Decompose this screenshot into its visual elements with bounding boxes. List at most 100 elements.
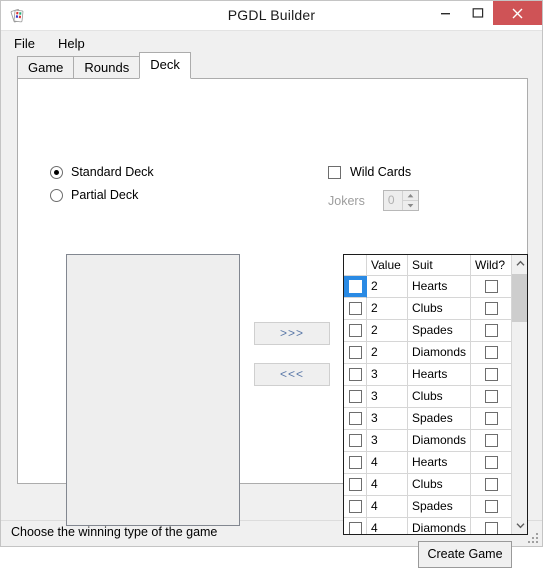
- row-select-checkbox[interactable]: [348, 324, 362, 337]
- row-wild-cell[interactable]: [471, 430, 511, 452]
- row-wild-cell[interactable]: [471, 342, 511, 364]
- grid-scrollbar-thumb[interactable]: [512, 274, 527, 322]
- add-cards-button[interactable]: >>>: [254, 322, 330, 345]
- row-value: 2: [367, 298, 408, 320]
- row-select-cell[interactable]: [344, 496, 367, 518]
- row-wild-cell[interactable]: [471, 364, 511, 386]
- row-wild-cell[interactable]: [471, 276, 511, 298]
- grid-header-wild: Wild?: [475, 258, 506, 272]
- tab-deck[interactable]: Deck: [139, 52, 191, 79]
- chevron-up-icon[interactable]: [512, 255, 527, 272]
- maximize-button[interactable]: [462, 1, 493, 25]
- row-wild-cell[interactable]: [471, 320, 511, 342]
- tab-game[interactable]: Game: [17, 56, 75, 78]
- row-wild-checkbox[interactable]: [484, 390, 498, 403]
- row-wild-checkbox[interactable]: [484, 456, 498, 469]
- row-wild-cell[interactable]: [471, 496, 511, 518]
- minimize-button[interactable]: [430, 1, 461, 25]
- row-select-cell[interactable]: [344, 474, 367, 496]
- grid-scrollbar[interactable]: [511, 255, 527, 534]
- chevron-down-icon[interactable]: [512, 517, 527, 534]
- row-wild-cell[interactable]: [471, 452, 511, 474]
- row-select-checkbox[interactable]: [348, 500, 362, 513]
- table-row[interactable]: 4 Clubs: [344, 474, 511, 496]
- row-select-checkbox[interactable]: [348, 456, 362, 469]
- jokers-field: Jokers 0: [328, 190, 419, 211]
- row-select-cell[interactable]: [344, 430, 367, 452]
- row-wild-checkbox[interactable]: [484, 280, 498, 293]
- row-select-cell[interactable]: [344, 298, 367, 320]
- menu-item-file[interactable]: File: [14, 33, 44, 54]
- row-value: 3: [367, 364, 408, 386]
- jokers-stepper-buttons: [401, 191, 418, 210]
- radio-standard-deck[interactable]: Standard Deck: [50, 165, 154, 179]
- row-select-cell[interactable]: [344, 320, 367, 342]
- row-select-cell[interactable]: [344, 342, 367, 364]
- table-row[interactable]: 2 Spades: [344, 320, 511, 342]
- row-select-checkbox[interactable]: [348, 280, 362, 293]
- row-wild-checkbox[interactable]: [484, 302, 498, 315]
- menu-bar: File Help: [1, 31, 542, 56]
- table-row[interactable]: 3 Clubs: [344, 386, 511, 408]
- create-game-button[interactable]: Create Game: [418, 541, 512, 568]
- table-row[interactable]: 2 Clubs: [344, 298, 511, 320]
- selected-cards-list[interactable]: [66, 254, 240, 526]
- table-row[interactable]: 2 Diamonds: [344, 342, 511, 364]
- tab-rounds[interactable]: Rounds: [73, 56, 141, 78]
- row-wild-checkbox[interactable]: [484, 412, 498, 425]
- row-wild-checkbox[interactable]: [484, 368, 498, 381]
- close-button[interactable]: [493, 1, 542, 25]
- checkbox-wild-cards-label: Wild Cards: [350, 165, 412, 179]
- table-row[interactable]: 3 Hearts: [344, 364, 511, 386]
- row-wild-cell[interactable]: [471, 474, 511, 496]
- remove-cards-button[interactable]: <<<: [254, 363, 330, 386]
- row-select-checkbox[interactable]: [348, 434, 362, 447]
- row-wild-checkbox[interactable]: [484, 324, 498, 337]
- row-select-cell[interactable]: [344, 408, 367, 430]
- menu-item-help[interactable]: Help: [58, 33, 94, 54]
- radio-partial-deck-indicator: [50, 188, 63, 202]
- row-wild-checkbox[interactable]: [484, 434, 498, 447]
- row-wild-checkbox[interactable]: [484, 522, 498, 534]
- row-select-checkbox[interactable]: [348, 346, 362, 359]
- row-select-checkbox[interactable]: [348, 390, 362, 403]
- resize-grip-icon[interactable]: [527, 532, 539, 544]
- close-icon: [512, 8, 523, 18]
- table-row[interactable]: 4 Hearts: [344, 452, 511, 474]
- row-value: 4: [367, 518, 408, 534]
- row-wild-cell[interactable]: [471, 386, 511, 408]
- row-wild-cell[interactable]: [471, 518, 511, 534]
- spinner-up-icon[interactable]: [402, 191, 418, 201]
- row-select-cell[interactable]: [344, 518, 367, 534]
- row-select-checkbox[interactable]: [348, 522, 362, 534]
- jokers-stepper[interactable]: 0: [382, 190, 419, 211]
- row-select-checkbox[interactable]: [348, 478, 362, 491]
- row-select-cell[interactable]: [344, 452, 367, 474]
- spinner-down-icon[interactable]: [403, 201, 418, 210]
- row-select-cell[interactable]: [344, 364, 367, 386]
- row-select-checkbox[interactable]: [348, 302, 362, 315]
- table-row[interactable]: 3 Spades: [344, 408, 511, 430]
- row-wild-cell[interactable]: [471, 408, 511, 430]
- row-select-checkbox[interactable]: [348, 368, 362, 381]
- radio-partial-deck[interactable]: Partial Deck: [50, 188, 138, 202]
- tab-strip: Game Rounds Deck: [17, 52, 191, 79]
- available-cards-grid[interactable]: Value Suit Wild? 2 Hearts 2 Clubs 2 Spad…: [343, 254, 528, 535]
- row-select-checkbox[interactable]: [348, 412, 362, 425]
- table-row[interactable]: 3 Diamonds: [344, 430, 511, 452]
- checkbox-wild-cards-indicator: [328, 165, 341, 179]
- grid-body: Value Suit Wild? 2 Hearts 2 Clubs 2 Spad…: [344, 255, 511, 534]
- row-wild-checkbox[interactable]: [484, 500, 498, 513]
- row-wild-cell[interactable]: [471, 298, 511, 320]
- deck-tab-page: Standard Deck Partial Deck Wild Cards Jo…: [17, 78, 528, 535]
- table-row[interactable]: 4 Spades: [344, 496, 511, 518]
- row-wild-checkbox[interactable]: [484, 346, 498, 359]
- row-suit: Diamonds: [408, 518, 471, 534]
- row-select-cell[interactable]: [344, 386, 367, 408]
- row-select-cell[interactable]: [344, 276, 367, 298]
- table-row[interactable]: 2 Hearts: [344, 276, 511, 298]
- row-suit: Hearts: [408, 276, 471, 298]
- row-wild-checkbox[interactable]: [484, 478, 498, 491]
- table-row[interactable]: 4 Diamonds: [344, 518, 511, 534]
- checkbox-wild-cards[interactable]: Wild Cards: [328, 165, 411, 179]
